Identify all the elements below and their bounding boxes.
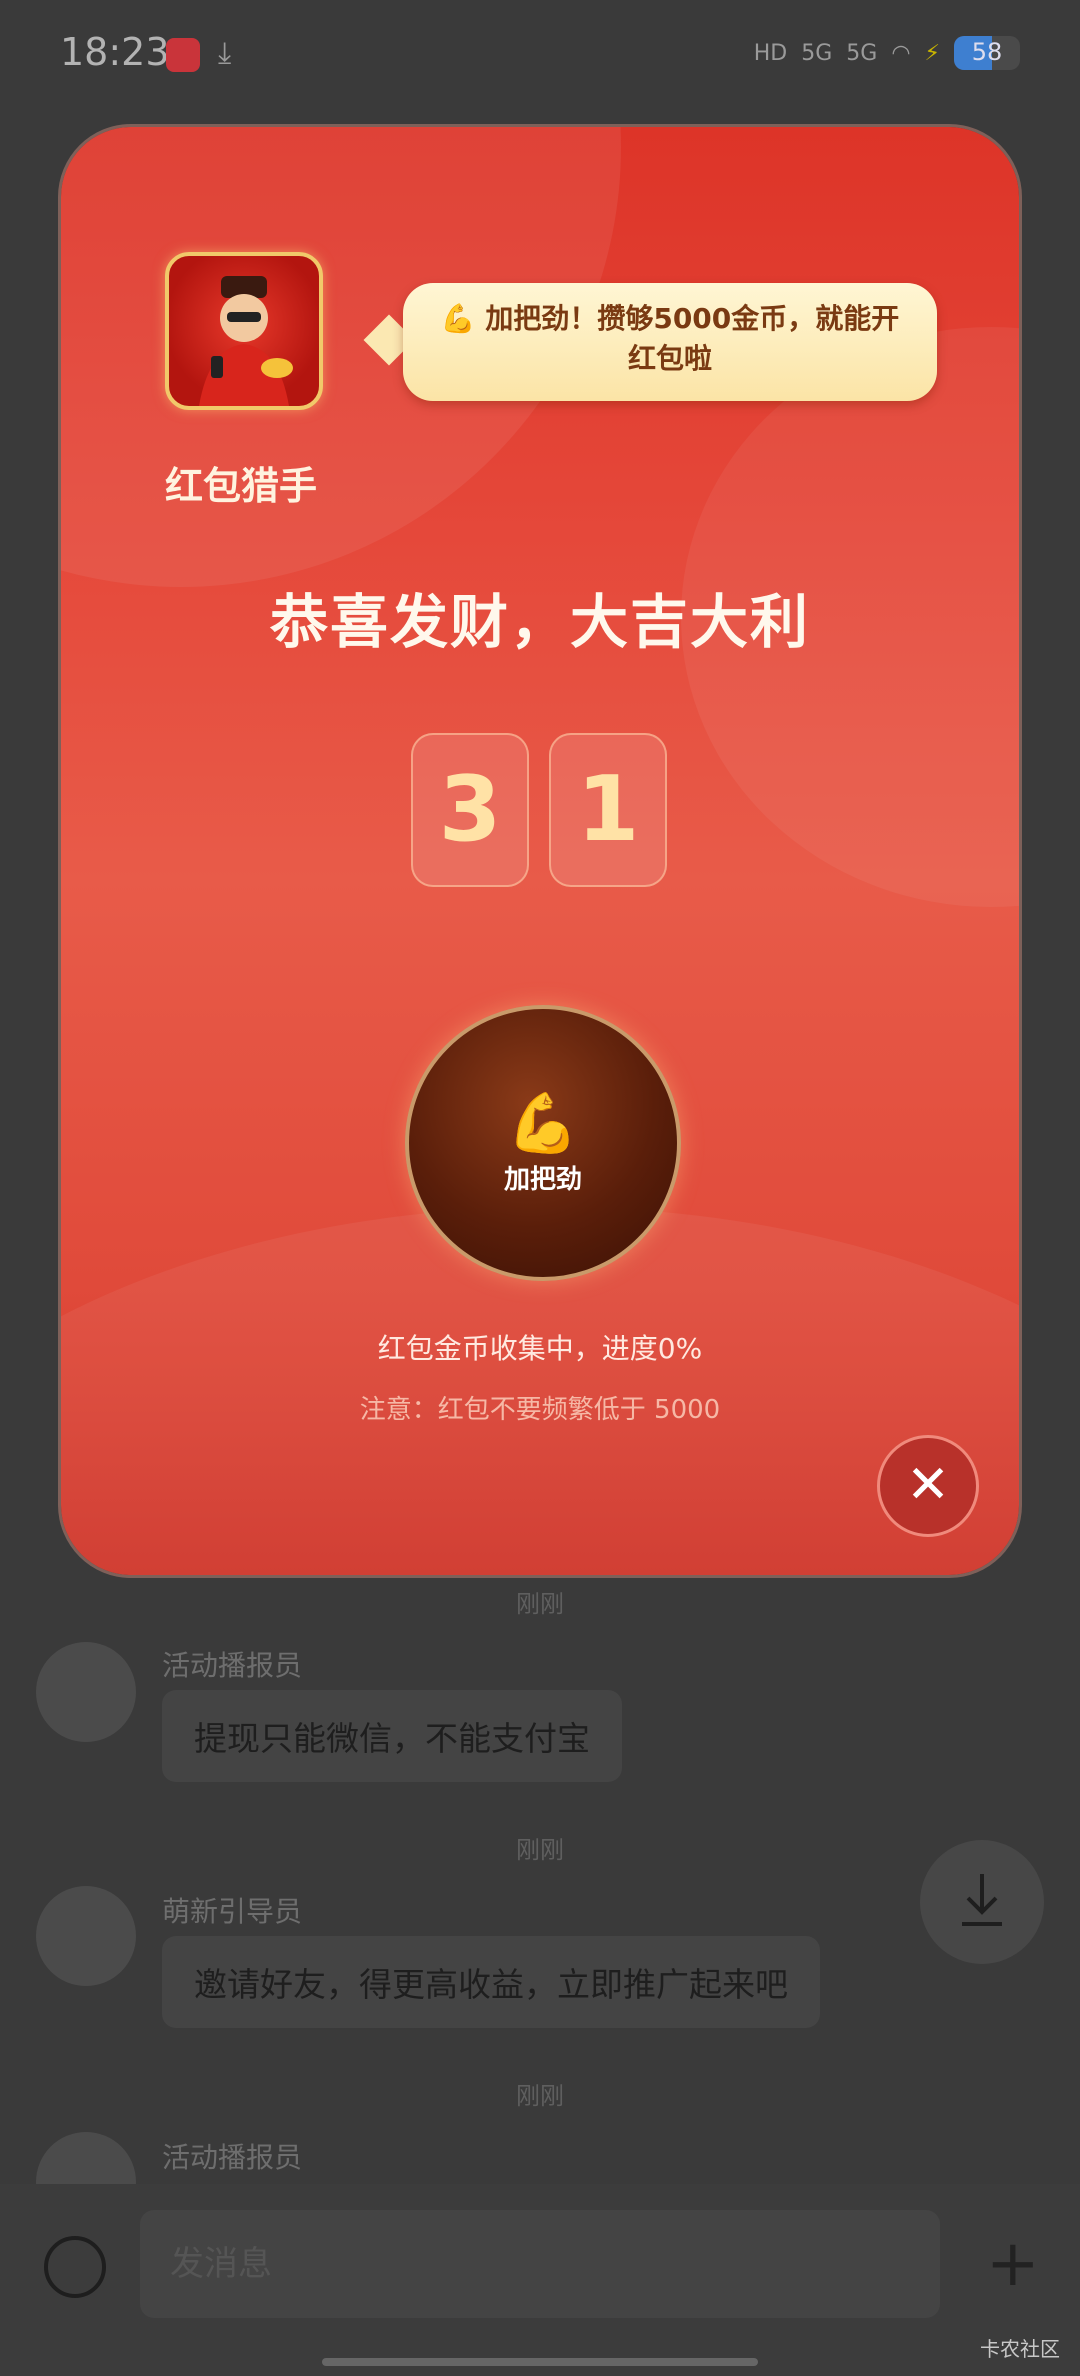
progress-text: 红包金币收集中，进度0% <box>377 1332 703 1365</box>
download-arrow-icon <box>962 1874 1002 1926</box>
app-name: 红包猎手 <box>164 464 317 508</box>
battery-icon: 58 <box>954 36 1020 70</box>
emoji-icon[interactable] <box>44 2236 106 2298</box>
home-indicator[interactable] <box>322 2358 758 2366</box>
message-timestamp: 刚刚 <box>516 2082 564 2110</box>
status-bar: 18:23 ⤓ HD 5G 5G ◠ ⚡ 58 <box>0 0 1080 110</box>
signal-5g-icon-2: 5G <box>846 40 878 66</box>
sender-name: 萌新引导员 <box>162 1895 303 1928</box>
scroll-down-button[interactable] <box>920 1840 1044 1964</box>
message-input[interactable]: 发消息 <box>140 2210 940 2318</box>
hint-tooltip: 💪 加把劲！攒够5000金币，就能开红包啦 <box>403 283 937 401</box>
message-timestamp: 刚刚 <box>516 1590 564 1618</box>
boost-button-label: 加把劲 <box>503 1165 582 1195</box>
avatar[interactable] <box>36 1642 136 1742</box>
hd-icon: HD <box>753 40 788 66</box>
charging-icon: ⚡ <box>924 40 940 66</box>
fortune-god-icon <box>199 276 293 406</box>
counter-digit: 3 <box>411 733 529 887</box>
download-icon: ⤓ <box>218 36 232 71</box>
wifi-icon: ◠ <box>891 40 911 66</box>
close-button[interactable]: ✕ <box>877 1435 979 1537</box>
headline: 恭喜发财，大吉大利 <box>269 588 810 656</box>
app-notification-icon <box>166 38 200 72</box>
flexed-biceps-icon: 💪 <box>506 1089 580 1157</box>
message-input-bar: 发消息 + <box>0 2184 1080 2376</box>
avatar[interactable] <box>36 1886 136 1986</box>
counter-digit: 1 <box>549 733 667 887</box>
boost-button[interactable]: 💪 加把劲 <box>405 1005 681 1281</box>
message-bubble[interactable]: 邀请好友，得更高收益，立即推广起来吧 <box>162 1936 820 2028</box>
app-logo <box>165 252 323 410</box>
message-bubble[interactable]: 提现只能微信，不能支付宝 <box>162 1690 622 1782</box>
status-time: 18:23 <box>60 30 170 74</box>
red-packet-modal: 红包猎手 💪 加把劲！攒够5000金币，就能开红包啦 恭喜发财，大吉大利 3 1… <box>61 127 1019 1575</box>
watermark: 卡农社区 <box>980 2337 1060 2361</box>
sender-name: 活动播报员 <box>162 2141 303 2174</box>
plus-icon[interactable]: + <box>986 2232 1040 2296</box>
battery-level: 58 <box>971 38 1003 66</box>
signal-5g-icon: 5G <box>801 40 833 66</box>
message-timestamp: 刚刚 <box>516 1836 564 1864</box>
status-icons: HD 5G 5G ◠ ⚡ 58 <box>754 36 1020 70</box>
sender-name: 活动播报员 <box>162 1649 303 1682</box>
note-text: 注意：红包不要频繁低于 5000 <box>359 1395 721 1425</box>
